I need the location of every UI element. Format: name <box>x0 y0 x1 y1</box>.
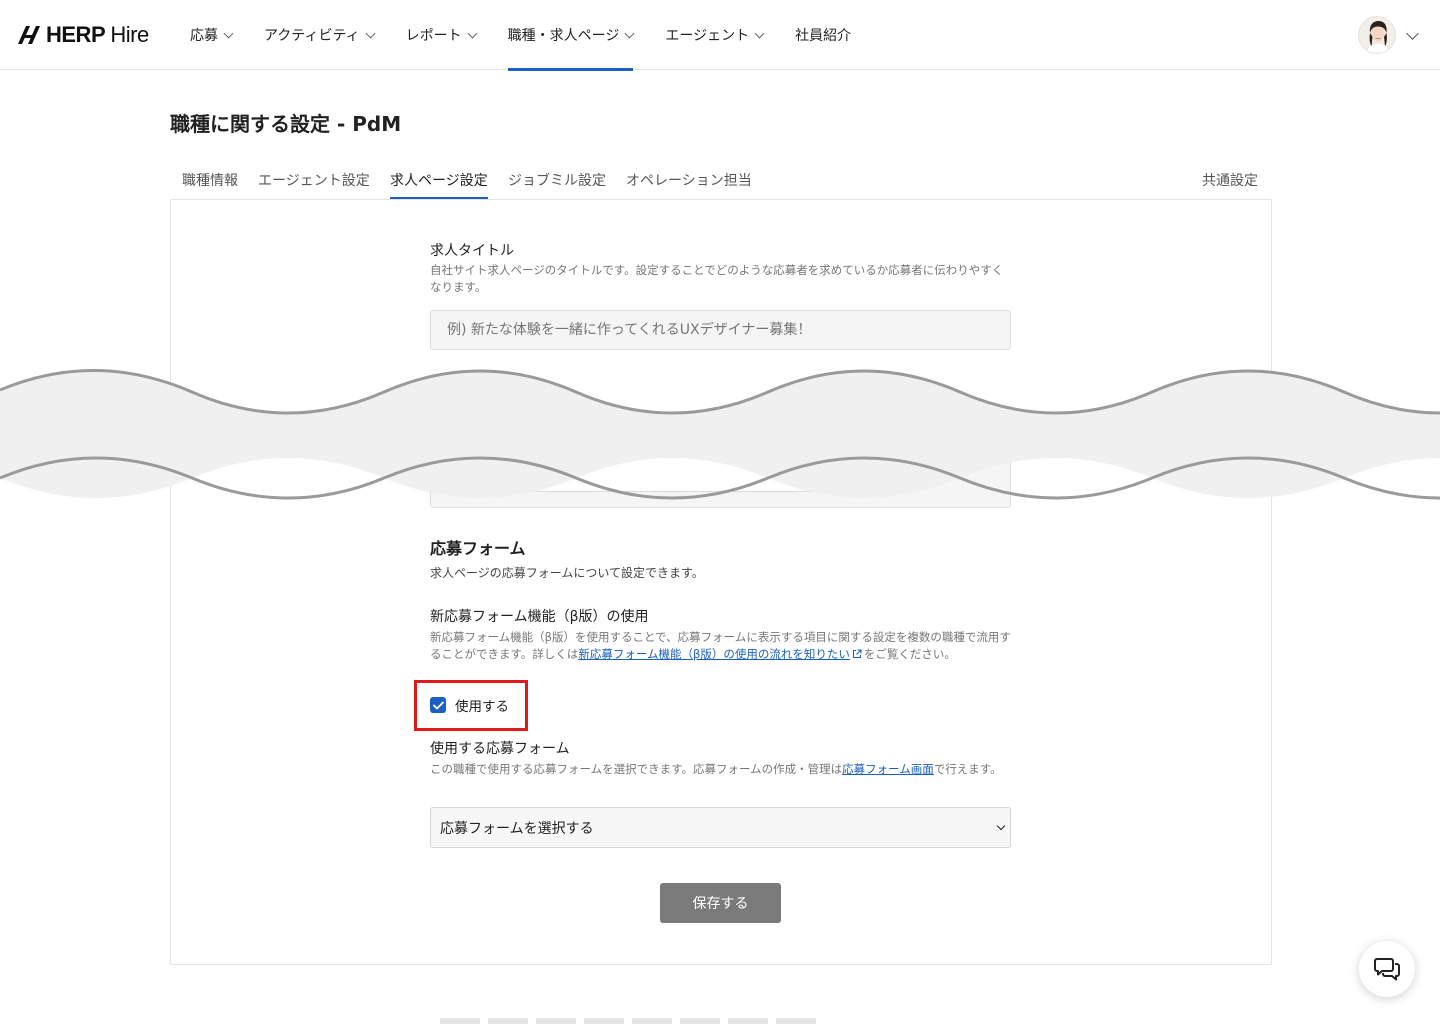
nav-item-label: アクティビティ <box>264 28 360 44</box>
job-title-description: 自社サイト求人ページのタイトルです。設定することでどのような応募者を求めているか… <box>430 263 1004 294</box>
external-link-icon <box>852 649 862 659</box>
beta-desc-text-after: をご覧ください。 <box>863 647 956 661</box>
beta-help-link[interactable]: 新応募フォーム機能（β版）の使用の流れを知りたい <box>578 647 850 661</box>
tab-agent-settings[interactable]: エージェント設定 <box>258 160 370 200</box>
application-form-title: 応募フォーム <box>430 539 526 558</box>
nav-item-referrals[interactable]: 社員紹介 <box>795 0 851 70</box>
application-form-page-link[interactable]: 応募フォーム画面 <box>842 762 934 776</box>
nav-item-label: 社員紹介 <box>795 28 852 44</box>
beta-feature-label: 新応募フォーム機能（β版）の使用 <box>430 609 649 625</box>
avatar-image <box>1359 17 1395 53</box>
tab-jobmill-settings[interactable]: ジョブミル設定 <box>508 160 606 200</box>
chevron-down-icon <box>223 28 234 38</box>
logo-text-light: Hire <box>110 22 149 47</box>
nav-item-label: レポート <box>405 28 462 44</box>
nav-item-label: 応募 <box>190 28 218 44</box>
omitted-section-wave <box>0 369 1440 500</box>
form-select-description: この職種で使用する応募フォームを選択できます。応募フォームの作成・管理は応募フォ… <box>430 761 1012 778</box>
nav-item-reports[interactable]: レポート <box>405 0 478 70</box>
logo-text-bold: HERP <box>46 22 105 47</box>
form-select-label: 使用する応募フォーム <box>430 741 570 757</box>
nav-item-activity[interactable]: アクティビティ <box>264 0 376 70</box>
main-nav: 応募 アクティビティ レポート 職種・求人ページ エージェント 社員紹介 <box>190 0 883 71</box>
job-title-label: 求人タイトル <box>430 243 514 259</box>
application-form-description: 求人ページの応募フォームについて設定できます。 <box>430 566 704 580</box>
account-menu-chevron-icon[interactable] <box>1406 27 1419 40</box>
user-avatar[interactable] <box>1358 16 1396 54</box>
tab-operation-owner[interactable]: オペレーション担当 <box>626 160 752 200</box>
chevron-down-icon <box>624 28 635 38</box>
chat-support-button[interactable] <box>1359 941 1415 997</box>
settings-tabs: 職種情報 エージェント設定 求人ページ設定 ジョブミル設定 オペレーション担当 … <box>170 160 1270 200</box>
top-nav-bar: HERP Hire 応募 アクティビティ レポート 職種・求人ページ エージェン… <box>0 0 1440 71</box>
tab-job-page-settings[interactable]: 求人ページ設定 <box>390 160 488 200</box>
nav-item-jobs[interactable]: 職種・求人ページ <box>507 0 635 71</box>
nav-item-label: エージェント <box>665 28 750 44</box>
tab-common-settings[interactable]: 共通設定 <box>1202 160 1258 200</box>
job-title-input[interactable] <box>430 310 1011 350</box>
chevron-down-icon <box>754 28 765 38</box>
form-select-desc-text: この職種で使用する応募フォームを選択できます。応募フォームの作成・管理は <box>430 762 843 776</box>
herp-hire-logo[interactable]: HERP Hire <box>16 20 149 50</box>
tab-job-info[interactable]: 職種情報 <box>182 160 238 200</box>
beta-feature-description: 新応募フォーム機能（β版）を使用することで、応募フォームに表示する項目に関する設… <box>430 629 1012 663</box>
form-select-desc-text-after: で行えます。 <box>933 762 1002 776</box>
page-title: 職種に関する設定 - PdM <box>170 112 402 136</box>
nav-item-label: 職種・求人ページ <box>507 28 620 44</box>
nav-item-agents[interactable]: エージェント <box>665 0 765 70</box>
save-button[interactable]: 保存する <box>660 883 781 923</box>
logo-text: HERP Hire <box>46 22 149 48</box>
chevron-down-icon <box>996 821 1006 831</box>
logo-mark-icon <box>18 26 40 44</box>
nav-item-applications[interactable]: 応募 <box>190 0 234 70</box>
chat-icon <box>1374 958 1400 981</box>
application-form-select-value: 応募フォームを選択する <box>440 820 594 837</box>
chevron-down-icon <box>467 28 478 38</box>
chevron-down-icon <box>365 28 376 38</box>
footer-links-cutoff <box>440 1018 820 1024</box>
application-form-select[interactable]: 応募フォームを選択する <box>430 807 1011 848</box>
annotation-highlight-box <box>414 680 528 731</box>
